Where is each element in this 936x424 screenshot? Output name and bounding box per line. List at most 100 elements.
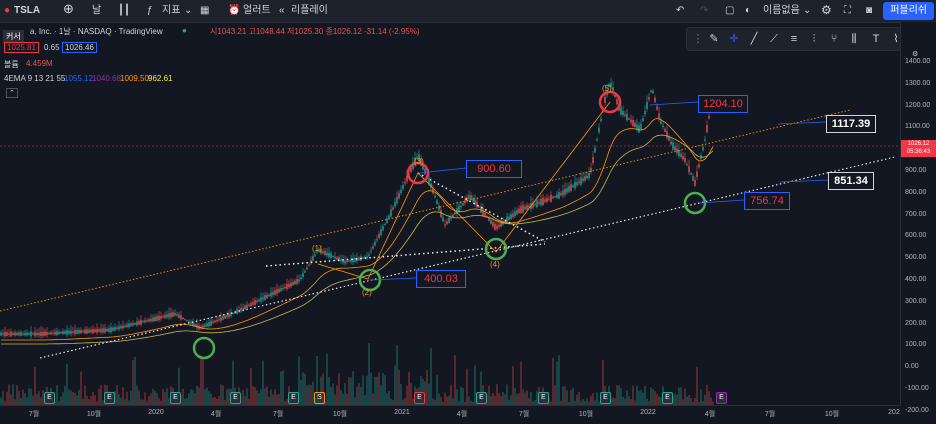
volume-bar — [376, 376, 378, 405]
layout-toggle-icon[interactable]: ◐ — [745, 3, 751, 19]
candle-body — [254, 300, 256, 305]
volume-bar — [492, 392, 494, 405]
collapse-legend-icon[interactable]: ⌃ — [6, 88, 18, 98]
templates-icon[interactable]: ▦ — [200, 3, 209, 19]
earnings-event-icon[interactable]: E — [170, 392, 181, 404]
earnings-event-icon[interactable]: E — [476, 392, 487, 404]
volume-bar — [150, 393, 152, 405]
add-symbol-icon[interactable]: ⊕ — [63, 1, 74, 17]
indicators-icon[interactable]: ƒ — [147, 3, 153, 19]
callout-900[interactable]: 900.60 — [466, 160, 522, 178]
candle-body — [544, 199, 546, 202]
callout-1117[interactable]: 1117.39 — [826, 115, 876, 133]
symbol-search[interactable]: TSLA — [14, 3, 40, 19]
alert-button[interactable]: 얼러트 — [243, 3, 271, 19]
pen-icon[interactable]: ✎ — [705, 30, 723, 48]
earnings-event-icon[interactable]: E — [662, 392, 673, 404]
settings-icon[interactable]: ⚙ — [821, 2, 832, 18]
replay-icon[interactable]: « — [279, 3, 285, 19]
drawing-toolbar: ⋮ ✎ ✛ ╱ ⟋ ≡ ⫶ ⑂ ⫼ T ⌇ ⚲ ▱ — [686, 27, 936, 51]
fib-icon[interactable]: ⫶ — [805, 30, 823, 48]
live-dot-icon: ● — [182, 26, 187, 35]
earnings-event-icon[interactable]: E — [44, 392, 55, 404]
callout-400[interactable]: 400.03 — [416, 270, 466, 288]
volume-bar — [144, 392, 146, 405]
volume-bar — [444, 392, 446, 405]
volume-bar — [156, 393, 158, 405]
volume-bar — [254, 387, 256, 405]
trend-angle-icon[interactable]: ⟋ — [765, 30, 783, 48]
candle-body — [576, 182, 578, 186]
chevron-down-icon[interactable]: ⌄ — [803, 3, 811, 19]
volume-bar — [576, 394, 578, 405]
candle-body — [96, 328, 98, 333]
candle-body — [242, 307, 244, 310]
price-tick: 1200.00 — [905, 101, 931, 109]
horizontal-lines-icon[interactable]: ≡ — [785, 30, 803, 48]
candle-body — [290, 282, 292, 287]
candle-body — [174, 312, 176, 316]
candle-body — [144, 320, 146, 323]
candle-body — [166, 314, 168, 318]
trendline-icon[interactable]: ╱ — [745, 30, 763, 48]
redo-icon[interactable]: ↷ — [700, 3, 708, 19]
layout-name[interactable]: 이름없음 — [763, 3, 800, 19]
candle-body — [202, 325, 204, 328]
callout-756[interactable]: 756.74 — [744, 192, 790, 210]
candle-body — [82, 330, 84, 333]
candle-body — [94, 329, 96, 333]
callout-851[interactable]: 851.34 — [828, 172, 874, 190]
candle-body — [44, 331, 46, 336]
volume-bar — [454, 355, 456, 405]
candle-type-icon[interactable]: ┃┃ — [118, 3, 130, 19]
chevron-down-icon[interactable]: ⌄ — [184, 3, 192, 19]
candle-body — [192, 322, 194, 326]
earnings-event-icon[interactable]: E — [414, 392, 425, 404]
candle-body — [240, 307, 242, 312]
volume-bar — [78, 389, 80, 405]
price-axis[interactable]: 1400.001300.001200.001100.001000.00900.0… — [900, 22, 936, 414]
layout-icon[interactable]: ▢ — [725, 3, 734, 19]
time-tick: 10월 — [824, 411, 840, 418]
earnings-event-icon[interactable]: E — [538, 392, 549, 404]
replay-button[interactable]: 리플레이 — [291, 3, 328, 19]
volume-bar — [164, 392, 166, 405]
candle-body — [410, 167, 412, 173]
earnings-event-icon[interactable]: E — [104, 392, 115, 404]
projection-icon[interactable]: ⫼ — [845, 30, 863, 48]
crosshair-icon[interactable]: ✛ — [725, 30, 743, 48]
bid-price[interactable]: 1025.81 — [4, 42, 39, 53]
volume-bar — [158, 398, 160, 405]
ema4-value: 962.61 — [148, 74, 173, 83]
time-axis[interactable]: 7월 10월 2020 4월 7월 10월 2021 4월 7월 10월 2022 4월 7월 10월 20… — [0, 405, 900, 424]
candle-body — [428, 178, 430, 184]
publish-button[interactable]: 퍼블리쉬 — [883, 2, 934, 20]
candle-body — [84, 329, 86, 334]
candle-body — [6, 332, 8, 336]
axis-settings-icon[interactable]: ⚙ — [910, 50, 920, 58]
earnings-event-icon[interactable]: E — [230, 392, 241, 404]
callout-1204[interactable]: 1204.10 — [698, 95, 748, 113]
candle-body — [366, 256, 368, 259]
undo-icon[interactable]: ↶ — [676, 3, 684, 19]
volume-bar — [2, 391, 4, 405]
volume-bar — [650, 387, 652, 405]
candle-body — [506, 216, 508, 223]
ask-price[interactable]: 1026.46 — [62, 42, 97, 53]
interval-button[interactable]: 날 — [92, 3, 101, 19]
volume-bar — [18, 391, 20, 405]
indicators-button[interactable]: 지표 — [162, 3, 180, 19]
fullscreen-icon[interactable]: ⛶ — [844, 3, 851, 19]
volume-bar — [24, 393, 26, 405]
earnings-event-icon[interactable]: S — [314, 392, 325, 404]
candle-body — [566, 188, 568, 193]
wave-label-1: (1) — [312, 244, 322, 253]
ema3-value: 1009.50 — [120, 74, 149, 83]
pitchfork-icon[interactable]: ⑂ — [825, 30, 843, 48]
earnings-event-icon[interactable]: E — [716, 392, 727, 404]
earnings-event-icon[interactable]: E — [288, 392, 299, 404]
text-icon[interactable]: T — [867, 30, 885, 48]
earnings-event-icon[interactable]: E — [600, 392, 611, 404]
alarm-icon[interactable]: ⏰ — [228, 3, 240, 19]
camera-icon[interactable]: ◙ — [866, 3, 872, 19]
